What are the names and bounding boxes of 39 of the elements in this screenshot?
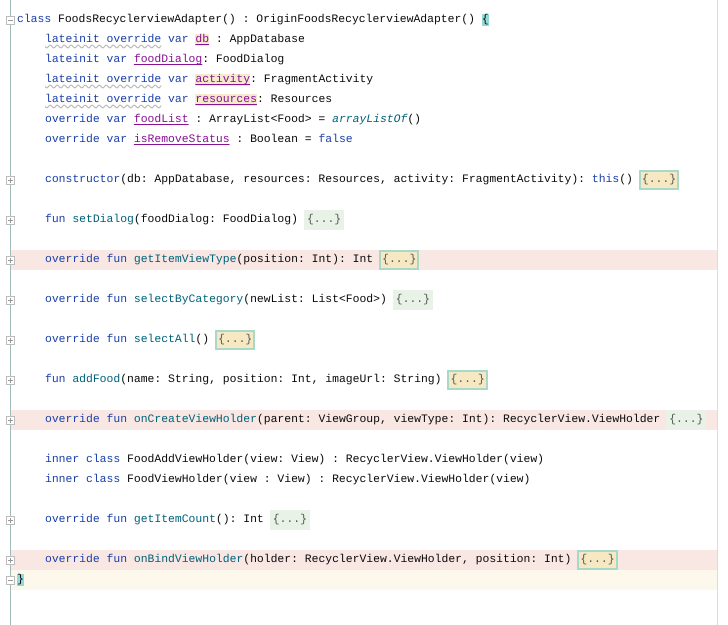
folded-code[interactable]: {...} xyxy=(577,550,618,570)
code-text: lateinit override var resources: Resources xyxy=(45,92,332,108)
folded-code[interactable]: {...} xyxy=(304,210,344,230)
code-text: lateinit override var db : AppDatabase xyxy=(45,32,305,48)
fold-expand-icon[interactable] xyxy=(6,256,15,264)
code-text: lateinit var foodDialog: FoodDialog xyxy=(45,52,284,68)
code-text: override fun selectByCategory(newList: List<Food>) xyxy=(45,292,387,308)
folded-code[interactable]: {...} xyxy=(638,170,680,190)
code-text: class FoodsRecyclerviewAdapter() : OriginFoodsRecyclerviewAdapter() { xyxy=(17,12,489,28)
code-text: override fun getItemCount(): Int xyxy=(45,512,264,528)
folded-code[interactable]: {...} xyxy=(392,290,433,310)
fold-expand-icon[interactable] xyxy=(6,216,15,224)
fold-collapse-icon[interactable] xyxy=(6,576,15,584)
code-text: inner class FoodViewHolder(view : View) : RecyclerView.ViewHolder(view) xyxy=(45,472,530,488)
fold-expand-icon[interactable] xyxy=(6,176,15,184)
code-text: override fun onCreateViewHolder(parent: ViewGroup, viewType: Int): RecyclerView.ViewHolder xyxy=(45,412,660,428)
folded-code[interactable]: {...} xyxy=(447,370,488,390)
fold-expand-icon[interactable] xyxy=(6,296,15,304)
fold-collapse-icon[interactable] xyxy=(6,16,15,24)
code-text: override var isRemoveStatus : Boolean = false xyxy=(45,132,353,148)
code-text: fun addFood(name: String, position: Int, imageUrl: String) xyxy=(45,372,442,388)
fold-expand-icon[interactable] xyxy=(6,416,15,424)
code-text: } xyxy=(17,572,24,588)
code-text: inner class FoodAddViewHolder(view: View) : RecyclerView.ViewHolder(view) xyxy=(45,452,544,468)
fold-expand-icon[interactable] xyxy=(6,516,15,524)
folded-code[interactable]: {...} xyxy=(379,250,420,270)
code-text: override var foodList : ArrayList<Food> = arrayListOf() xyxy=(45,112,421,128)
fold-expand-icon[interactable] xyxy=(6,336,15,344)
code-text: override fun selectAll() xyxy=(45,332,210,348)
code-text: constructor(db: AppDatabase, resources: Resources, activity: FragmentActivity): this() xyxy=(45,172,633,188)
code-text: lateinit override var activity: FragmentActivity xyxy=(45,72,374,88)
folded-code[interactable]: {...} xyxy=(270,510,310,530)
folded-code[interactable]: {...} xyxy=(666,410,706,430)
fold-expand-icon[interactable] xyxy=(6,376,15,384)
fold-expand-icon[interactable] xyxy=(6,556,15,564)
code-text: override fun onBindViewHolder(holder: RecyclerView.ViewHolder, position: Int) xyxy=(45,552,572,568)
code-text: override fun getItemViewType(position: Int): Int xyxy=(45,252,374,268)
code-text: fun setDialog(foodDialog: FoodDialog) xyxy=(45,212,298,228)
folded-code[interactable]: {...} xyxy=(215,330,256,350)
